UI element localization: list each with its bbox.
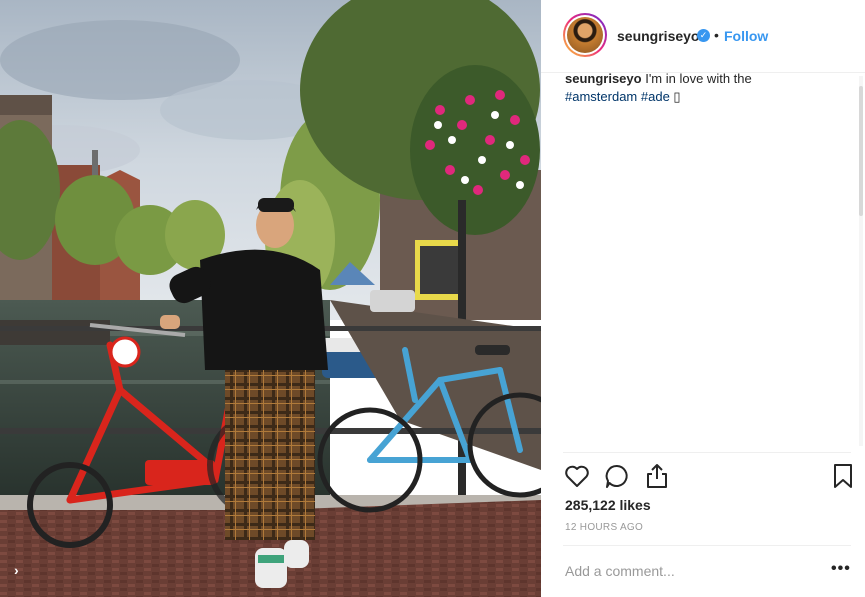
likes-count[interactable]: 285,122 likes — [565, 497, 651, 513]
bookmark-icon[interactable] — [829, 462, 857, 490]
avatar[interactable] — [563, 13, 607, 57]
avatar-ring — [565, 15, 605, 55]
comment-input[interactable] — [565, 562, 815, 580]
username-link[interactable]: seungriseyo — [617, 28, 699, 44]
chevron-right-icon[interactable]: › — [14, 562, 19, 578]
hashtag-amsterdam[interactable]: #amsterdam — [565, 89, 637, 104]
caption-text: I'm in love with the — [641, 71, 752, 86]
separator-dot: • — [714, 27, 719, 43]
amsterdam-canal-photo — [0, 0, 541, 597]
divider — [563, 452, 851, 453]
divider — [563, 545, 851, 546]
avatar-image — [567, 17, 603, 53]
post-timestamp[interactable]: 12 HOURS AGO — [565, 522, 643, 533]
follow-button[interactable]: Follow — [724, 28, 768, 44]
post-header: seungriseyo ✓ • Follow — [541, 0, 865, 73]
post-sidebar: seungriseyo ✓ • Follow seungriseyo I'm i… — [541, 0, 865, 597]
caption-username[interactable]: seungriseyo — [565, 71, 642, 86]
speech-bubble-icon[interactable] — [603, 462, 631, 490]
share-icon[interactable] — [643, 462, 671, 490]
more-options-icon[interactable]: ••• — [831, 560, 851, 578]
post-photo[interactable]: › — [0, 0, 541, 597]
scrollbar-thumb[interactable] — [859, 86, 863, 216]
post-caption: seungriseyo I'm in love with the #amster… — [565, 70, 845, 106]
emoji-glyph: ▯ — [673, 89, 681, 104]
hashtag-ade[interactable]: #ade — [641, 89, 670, 104]
verified-badge-icon: ✓ — [697, 29, 710, 42]
heart-icon[interactable] — [563, 462, 591, 490]
